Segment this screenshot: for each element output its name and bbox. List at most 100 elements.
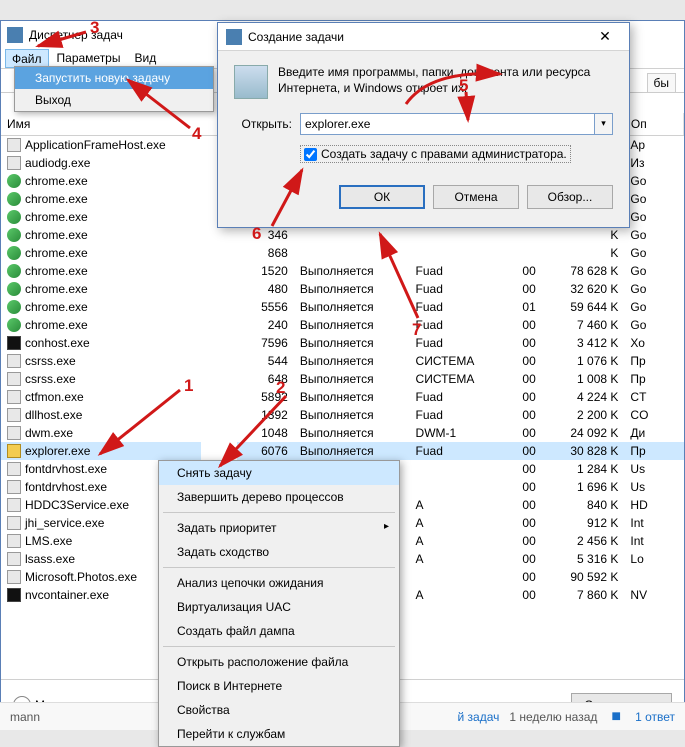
process-user: СИСТЕМА [410, 370, 495, 388]
table-row[interactable]: chrome.exe1520ВыполняетсяFuad0078 628 KG… [1, 262, 684, 280]
process-mem: 30 828 K [542, 442, 625, 460]
ok-button[interactable]: ОК [339, 185, 425, 209]
process-desc: Int [624, 514, 683, 532]
table-row[interactable]: chrome.exe868KGo [1, 244, 684, 262]
process-mem: 1 284 K [542, 460, 625, 478]
process-desc: Go [624, 244, 683, 262]
process-name: ApplicationFrameHost.exe [25, 138, 166, 152]
process-user: Fuad [410, 298, 495, 316]
process-mem: 90 592 K [542, 568, 625, 586]
process-cpu: 00 [495, 550, 542, 568]
process-name: LMS.exe [25, 534, 72, 548]
process-desc: Go [624, 298, 683, 316]
chevron-down-icon[interactable]: ▾ [595, 113, 613, 135]
process-mem: 912 K [542, 514, 625, 532]
table-row[interactable]: chrome.exe346KGo [1, 226, 684, 244]
ctx-end-task[interactable]: Снять задачу [159, 461, 399, 485]
process-status: Выполняется [294, 298, 410, 316]
process-cpu: 00 [495, 316, 542, 334]
process-mem: 1 076 K [542, 352, 625, 370]
create-task-dialog: Создание задачи ✕ Введите имя программы,… [217, 22, 630, 228]
process-user: A [410, 496, 495, 514]
separator [163, 567, 395, 568]
process-cpu: 00 [495, 496, 542, 514]
table-row[interactable]: dllhost.exe1392ВыполняетсяFuad002 200 KC… [1, 406, 684, 424]
table-row[interactable]: csrss.exe648ВыполняетсяСИСТЕМА001 008 KП… [1, 370, 684, 388]
process-user: A [410, 532, 495, 550]
ctx-end-tree[interactable]: Завершить дерево процессов [159, 485, 399, 509]
process-pid: 1048 [237, 424, 294, 442]
process-user: A [410, 514, 495, 532]
ctx-services[interactable]: Перейти к службам [159, 722, 399, 746]
process-user: Fuad [410, 262, 495, 280]
admin-checkbox-row[interactable]: Создать задачу с правами администратора. [300, 145, 571, 163]
ctx-affinity[interactable]: Задать сходство [159, 540, 399, 564]
ctx-search[interactable]: Поиск в Интернете [159, 674, 399, 698]
process-pid: 480 [237, 280, 294, 298]
table-row[interactable]: conhost.exe7596ВыполняетсяFuad003 412 KХ… [1, 334, 684, 352]
process-user [410, 460, 495, 478]
ctx-dump[interactable]: Создать файл дампа [159, 619, 399, 643]
process-icon [7, 282, 21, 296]
admin-checkbox[interactable] [304, 148, 317, 161]
process-pid: 1520 [237, 262, 294, 280]
browse-button[interactable]: Обзор... [527, 185, 613, 209]
ctx-wait-chain[interactable]: Анализ цепочки ожидания [159, 571, 399, 595]
ctx-uac[interactable]: Виртуализация UAC [159, 595, 399, 619]
ctx-priority[interactable]: Задать приоритет [159, 516, 399, 540]
process-name: chrome.exe [25, 264, 88, 278]
strip-mid: й задач [457, 710, 499, 724]
process-mem: 59 644 K [542, 298, 625, 316]
table-row[interactable]: chrome.exe240ВыполняетсяFuad007 460 KGo [1, 316, 684, 334]
process-desc: Us [624, 478, 683, 496]
open-combobox[interactable]: ▾ [300, 113, 613, 135]
table-row[interactable]: ctfmon.exe5892ВыполняетсяFuad004 224 KCT [1, 388, 684, 406]
table-row[interactable]: chrome.exe5556ВыполняетсяFuad0159 644 KG… [1, 298, 684, 316]
process-icon [7, 156, 21, 170]
col-desc[interactable]: Оп [624, 113, 683, 136]
menu-exit[interactable]: Выход [15, 89, 213, 111]
table-row[interactable]: explorer.exe6076ВыполняетсяFuad0030 828 … [1, 442, 684, 460]
dialog-title: Создание задачи [248, 30, 589, 44]
process-cpu: 00 [495, 352, 542, 370]
process-desc: Пр [624, 442, 683, 460]
process-name: jhi_service.exe [25, 516, 104, 530]
dialog-icon [226, 29, 242, 45]
ctx-open-location[interactable]: Открыть расположение файла [159, 650, 399, 674]
process-name: explorer.exe [25, 444, 90, 458]
process-user: Fuad [410, 316, 495, 334]
process-pid: 240 [237, 316, 294, 334]
cancel-button[interactable]: Отмена [433, 185, 519, 209]
process-name: ctfmon.exe [25, 390, 84, 404]
process-name: Microsoft.Photos.exe [25, 570, 137, 584]
process-desc: Хо [624, 334, 683, 352]
process-icon [7, 336, 21, 350]
process-desc: Go [624, 226, 683, 244]
process-desc [624, 568, 683, 586]
tab-stub[interactable]: бы [647, 73, 677, 92]
process-name: chrome.exe [25, 246, 88, 260]
ctx-properties[interactable]: Свойства [159, 698, 399, 722]
close-icon[interactable]: ✕ [589, 28, 621, 45]
col-name[interactable]: Имя [1, 113, 237, 136]
process-mem: K [542, 244, 625, 262]
process-cpu: 00 [495, 280, 542, 298]
process-status [294, 244, 410, 262]
table-row[interactable]: chrome.exe480ВыполняетсяFuad0032 620 KGo [1, 280, 684, 298]
process-name: chrome.exe [25, 282, 88, 296]
process-user: Fuad [410, 388, 495, 406]
process-desc: Go [624, 190, 683, 208]
table-row[interactable]: dwm.exe1048ВыполняетсяDWM-10024 092 KДи [1, 424, 684, 442]
open-input[interactable] [300, 113, 595, 135]
process-cpu [495, 226, 542, 244]
menu-new-task[interactable]: Запустить новую задачу [15, 67, 213, 89]
process-name: audiodg.exe [25, 156, 90, 170]
run-icon [234, 65, 268, 99]
process-user [410, 226, 495, 244]
admin-checkbox-label: Создать задачу с правами администратора. [321, 147, 567, 161]
process-name: conhost.exe [25, 336, 90, 350]
process-desc: NV [624, 586, 683, 604]
process-cpu: 00 [495, 586, 542, 604]
process-user: Fuad [410, 442, 495, 460]
table-row[interactable]: csrss.exe544ВыполняетсяСИСТЕМА001 076 KП… [1, 352, 684, 370]
